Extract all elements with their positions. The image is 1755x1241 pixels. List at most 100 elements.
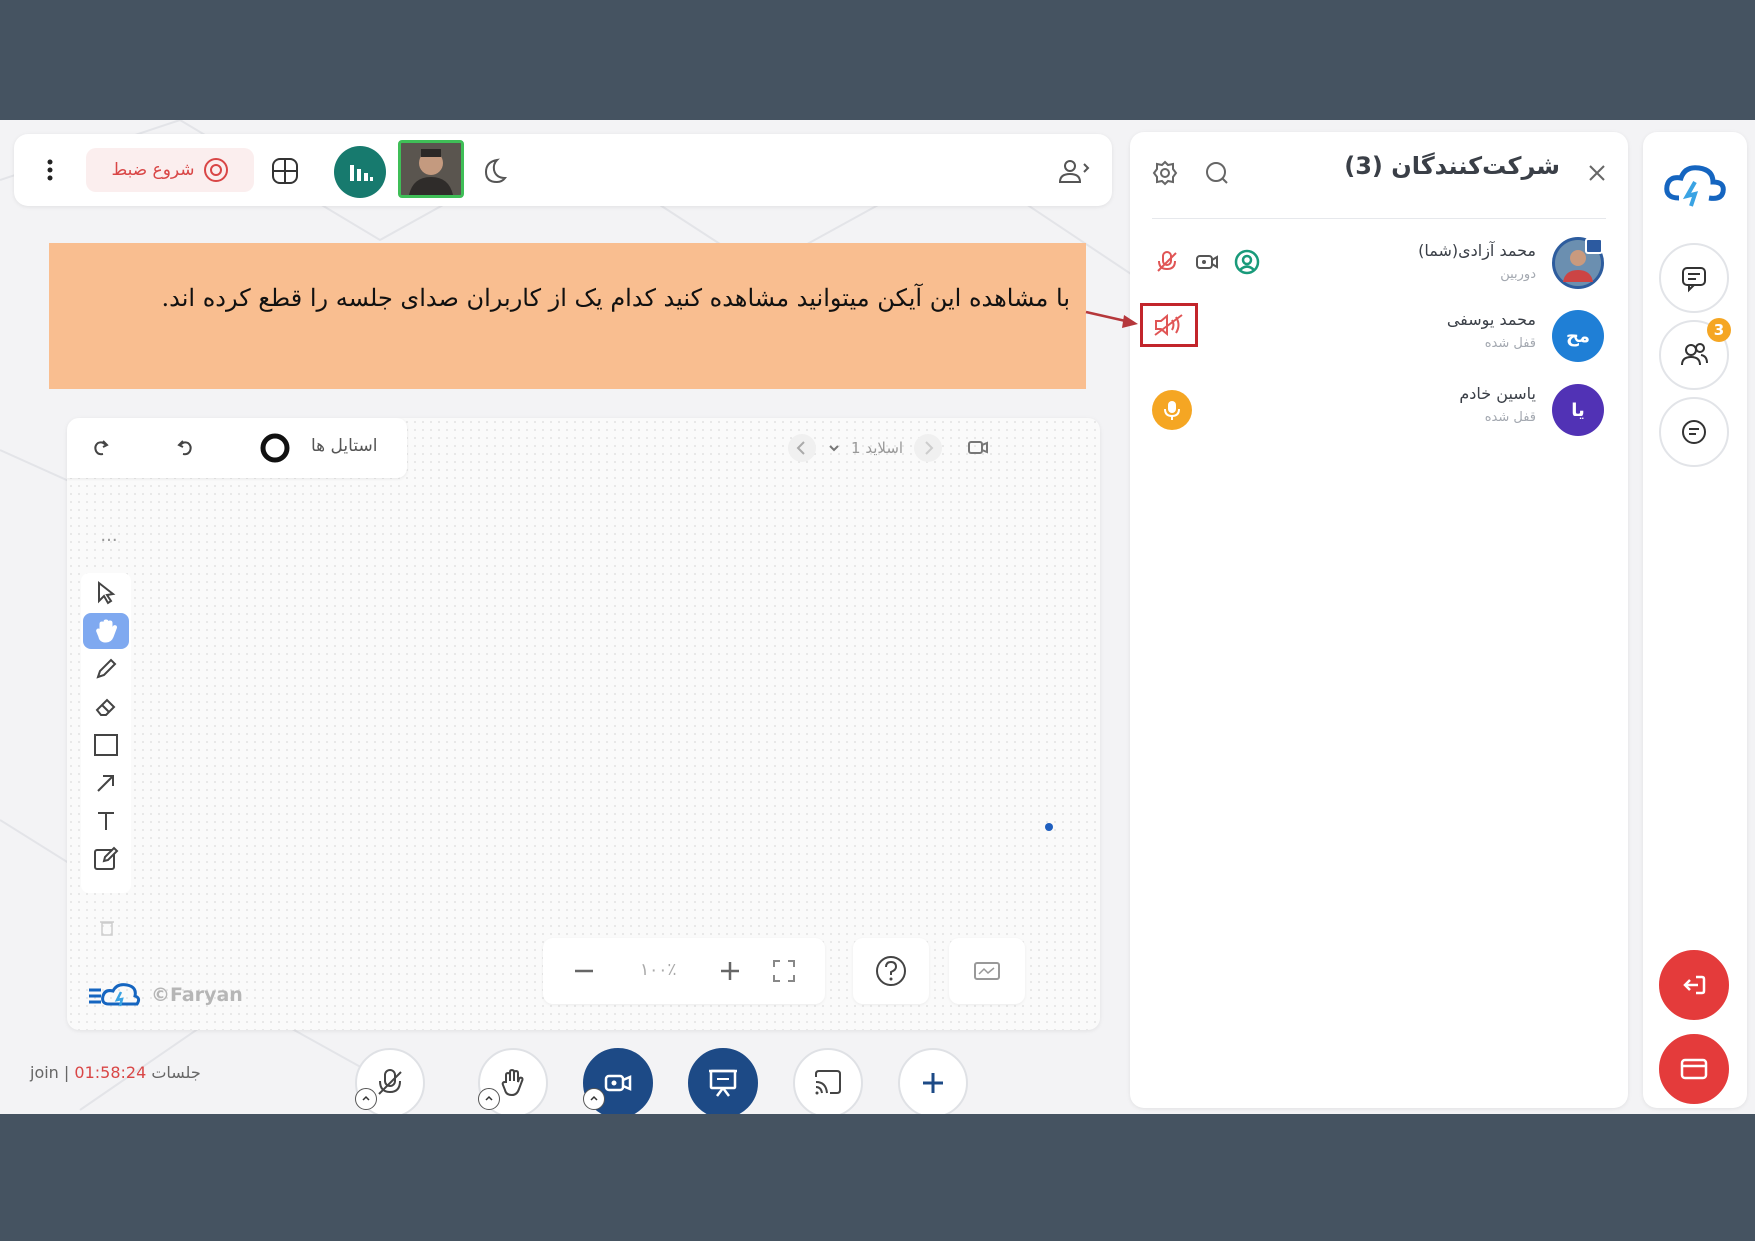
mic-button[interactable] (355, 1048, 425, 1114)
hand-tool[interactable] (83, 613, 129, 649)
text-tool[interactable] (83, 803, 129, 839)
more-menu-button[interactable] (40, 156, 60, 184)
participant-row[interactable]: محمد آزادی(شما) دوربین (1130, 229, 1628, 299)
cursor-icon (98, 580, 116, 605)
presenter-badge-icon (1585, 238, 1603, 254)
zoom-in-button[interactable] (715, 956, 745, 986)
avatar: یا (1552, 384, 1604, 436)
participants-button[interactable]: 3 (1659, 318, 1731, 390)
participant-name: محمد آزادی(شما) (1418, 241, 1536, 260)
minimap-button[interactable] (949, 938, 1025, 1004)
prev-slide-icon[interactable] (787, 433, 817, 463)
presentation-icon (709, 1069, 737, 1097)
participant-row[interactable]: یا یاسین خادم قفل شده (1130, 374, 1628, 444)
annotation-arrow (1085, 310, 1138, 328)
fullscreen-button[interactable] (769, 956, 799, 986)
presentation-button[interactable] (688, 1048, 758, 1114)
minus-icon (575, 969, 593, 973)
app-logo (1664, 165, 1726, 207)
cast-icon (815, 1070, 841, 1095)
delete-button[interactable] (97, 916, 117, 938)
expand-icon (773, 960, 795, 982)
layout-grid-icon (272, 158, 298, 184)
text-icon (98, 812, 114, 830)
faryan-logo (89, 983, 141, 1007)
mic-active-icon[interactable] (1152, 390, 1192, 430)
pen-tool[interactable] (83, 651, 129, 687)
brand-name: ©Faryan (151, 984, 243, 1006)
participants-panel: شرکت‌کنندگان (3) محمد آزادی(شما) دوربین (1130, 132, 1628, 1108)
eraser-tool[interactable] (83, 689, 129, 725)
zoom-controls: ۱۰۰٪ (543, 938, 825, 1004)
help-button[interactable] (853, 938, 929, 1004)
stats-button[interactable] (334, 146, 386, 198)
whiteboard[interactable]: استایل ها اسلاید 1 ··· ©Faryan ۱۰۰٪ (67, 418, 1100, 1030)
plus-icon (721, 962, 739, 980)
mic-off-icon[interactable] (1152, 247, 1182, 277)
top-toolbar: شروع ضبط (14, 134, 1112, 206)
participant-status: قفل شده (1484, 336, 1536, 351)
exit-icon (1683, 975, 1706, 995)
end-meeting-button[interactable] (1659, 1034, 1729, 1104)
hand-options-icon[interactable] (478, 1088, 500, 1110)
add-button[interactable] (898, 1048, 968, 1114)
person-arrow-icon (1058, 160, 1090, 183)
camera-options-icon[interactable] (583, 1088, 605, 1110)
search-button[interactable] (1200, 156, 1234, 190)
self-video-thumbnail[interactable] (398, 140, 464, 198)
more-tools-icon[interactable]: ··· (89, 530, 129, 551)
layout-button[interactable] (268, 154, 302, 188)
help-icon (876, 956, 906, 986)
leave-button[interactable] (1659, 950, 1729, 1020)
chat-button[interactable] (1659, 243, 1729, 313)
participant-name: یاسین خادم (1459, 384, 1536, 403)
slide-navigator: اسلاید 1 (787, 430, 993, 466)
pencil-icon (96, 658, 117, 679)
chat-icon (1682, 267, 1706, 293)
session-time: 01:58:24 (74, 1063, 147, 1082)
notes-button[interactable] (1659, 397, 1729, 467)
arrow-tool[interactable] (83, 765, 129, 801)
session-label: جلسات (151, 1063, 201, 1082)
annotation-callout: با مشاهده این آیکن میتوانید مشاهده کنید … (49, 243, 1086, 389)
user-circle-icon[interactable] (1232, 247, 1262, 277)
undo-button[interactable] (171, 434, 199, 462)
settings-button[interactable] (1148, 156, 1182, 190)
select-tool[interactable] (83, 575, 129, 611)
vertical-dots-icon (47, 159, 53, 181)
note-tool[interactable] (83, 841, 129, 877)
drawing-tools (81, 573, 131, 893)
participants-toggle-button[interactable] (1054, 154, 1094, 188)
slide-camera-icon[interactable] (963, 433, 993, 463)
rectangle-tool[interactable] (83, 727, 129, 763)
camera-button[interactable] (583, 1048, 653, 1114)
right-rail: 3 (1643, 132, 1747, 1108)
mic-off-icon (378, 1069, 402, 1095)
canvas-pointer (1045, 823, 1053, 831)
zoom-out-button[interactable] (569, 956, 599, 986)
participant-row[interactable]: مح محمد یوسفی قفل شده (1130, 300, 1628, 370)
session-status: join (30, 1063, 59, 1082)
raise-hand-button[interactable] (478, 1048, 548, 1114)
cast-button[interactable] (793, 1048, 863, 1114)
theme-toggle-button[interactable] (476, 154, 510, 188)
record-icon (203, 158, 228, 182)
edit-note-icon (94, 846, 119, 870)
speaker-off-icon[interactable] (1140, 303, 1198, 347)
participants-badge: 3 (1707, 318, 1731, 342)
mic-options-icon[interactable] (355, 1088, 377, 1110)
camera-icon[interactable] (1192, 247, 1222, 277)
next-slide-icon[interactable] (913, 433, 943, 463)
close-panel-button[interactable] (1582, 158, 1612, 188)
arrow-icon (97, 775, 114, 792)
avatar: مح (1552, 310, 1604, 362)
slide-label: اسلاید 1 (851, 439, 904, 457)
redo-button[interactable] (87, 434, 115, 462)
moon-icon (484, 158, 508, 184)
avatar (1552, 237, 1604, 289)
stroke-style-button[interactable] (259, 432, 291, 464)
start-recording-button[interactable]: شروع ضبط (86, 148, 254, 192)
panel-title: شرکت‌کنندگان (3) (1344, 152, 1560, 180)
chevron-down-icon[interactable] (827, 441, 841, 455)
session-separator: | (58, 1063, 75, 1082)
